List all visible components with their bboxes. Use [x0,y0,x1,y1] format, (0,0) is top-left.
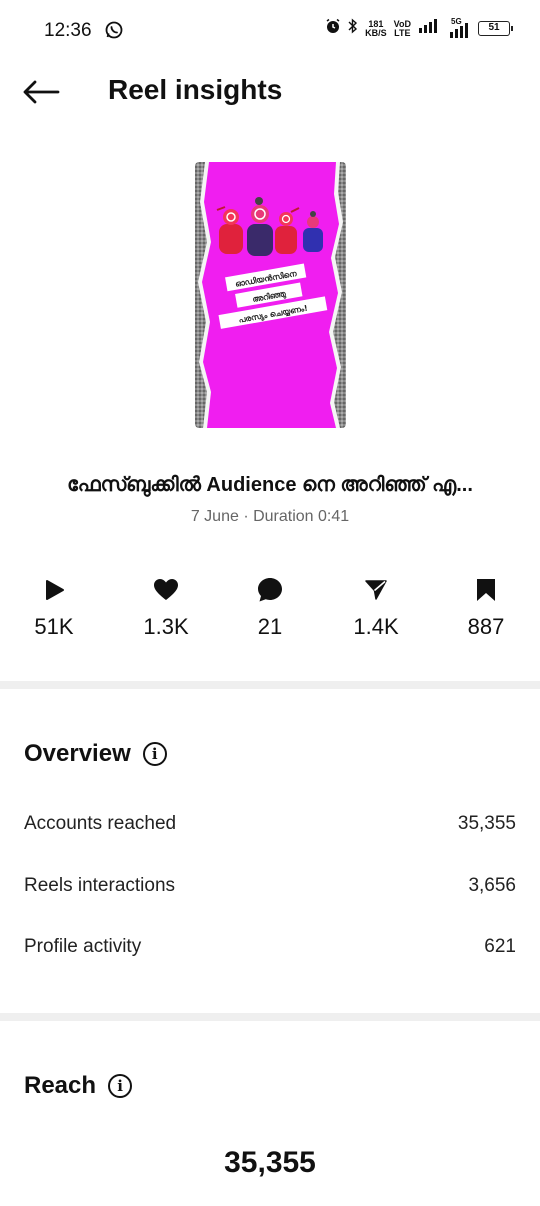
metric-row-accounts-reached[interactable]: Accounts reached 35,355 [24,813,516,835]
reel-meta: 7 June · Duration 0:41 [190,508,350,525]
stat-shares: 1.4K [336,574,416,640]
battery-level: 51 [488,22,500,33]
speed-unit: KB/S [365,27,387,38]
volte-indicator: VoD LTE [394,19,411,38]
heart-icon [154,579,178,600]
info-icon[interactable]: i [108,1074,133,1098]
reel-title: ഫേസ്ബുക്കിൽ Audience നെ അറിഞ്ഞ് എ... [67,474,473,496]
page-title: Reel insights [108,74,283,105]
back-arrow-icon [23,80,60,104]
reel-stats: 51K 1.3K 21 1.4K 887 [0,574,540,644]
bookmark-icon [477,579,495,601]
metric-row-profile-activity[interactable]: Profile activity 621 [24,936,516,958]
app-header: Reel insights [0,62,540,122]
saves-count: 887 [467,614,505,639]
metric-label: Accounts reached [24,813,177,834]
overview-title: Overview [24,740,131,767]
divider [0,1013,540,1021]
status-time: 12:36 [44,20,92,41]
comments-count: 21 [257,614,283,639]
volte-bottom: LTE [394,27,411,38]
metric-value: 3,656 [468,875,516,896]
stat-comments: 21 [230,574,310,640]
reach-value: 35,355 [224,1146,316,1179]
metric-label: Reels interactions [24,875,176,896]
metric-value: 621 [484,936,516,957]
play-icon [46,580,64,600]
reach-heading: Reach i [24,1072,133,1100]
battery-icon: 51 [478,21,513,36]
send-icon [365,580,387,600]
divider [0,681,540,689]
comment-icon [258,578,282,602]
metric-value: 35,355 [457,813,516,834]
stat-likes: 1.3K [126,574,206,640]
likes-count: 1.3K [143,614,189,639]
back-button[interactable] [22,76,62,108]
bluetooth-icon [348,18,358,39]
signal-icon [418,19,438,38]
plays-count: 51K [34,614,74,639]
info-icon[interactable]: i [142,742,167,766]
reel-thumbnail[interactable]: ഓഡിയൻസിനെ അറിഞ്ഞു പരസ്യം ചെയ്യണം! [195,162,346,428]
reach-title: Reach [24,1072,97,1099]
signal-5g-icon: 5G [445,17,471,38]
alarm-icon [325,18,341,39]
metric-row-reels-interactions[interactable]: Reels interactions 3,656 [24,875,516,897]
status-bar: 12:36 181 KB/S VoD LTE 5G 51 [0,0,540,62]
shares-count: 1.4K [353,614,399,639]
status-icons: 181 KB/S VoD LTE 5G 51 [325,17,513,39]
metric-label: Profile activity [24,936,142,957]
network-speed: 181 KB/S [365,19,387,38]
whatsapp-icon [105,21,123,44]
stat-plays: 51K [14,574,94,640]
overview-heading: Overview i [24,740,167,768]
stat-saves: 887 [446,574,526,640]
